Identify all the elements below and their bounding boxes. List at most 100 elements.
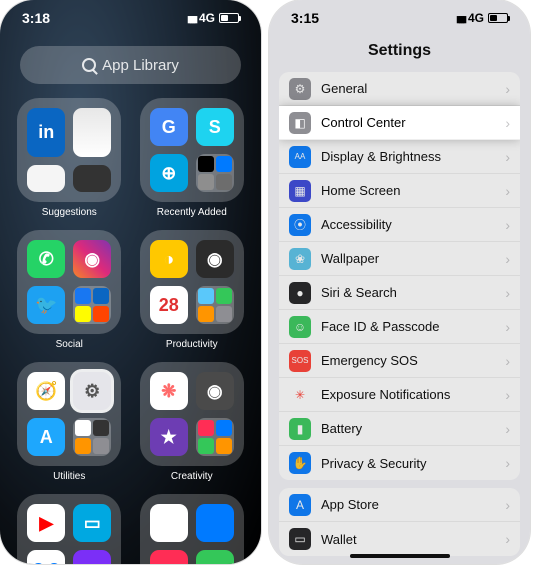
home-indicator[interactable] [350, 554, 450, 558]
settings-row-wallet[interactable]: ▭ Wallet› [279, 522, 520, 556]
chevron-right-icon: › [505, 217, 510, 233]
app-icon[interactable]: ★ [150, 418, 188, 456]
chevron-right-icon: › [505, 421, 510, 437]
row-icon: ◧ [289, 112, 311, 134]
app-library-search[interactable]: App Library [20, 46, 241, 84]
row-label: Wallet [321, 532, 505, 547]
row-label: Display & Brightness [321, 149, 505, 164]
settings-row-privacy-security[interactable]: ✋Privacy & Security› [279, 446, 520, 480]
row-icon: ▮ [289, 418, 311, 440]
row-icon: ▦ [289, 180, 311, 202]
app-icon[interactable]: S [196, 108, 234, 146]
settings-row-general[interactable]: ⚙︎General› [279, 72, 520, 106]
app-icon[interactable] [73, 165, 111, 193]
page-title: Settings [269, 42, 530, 60]
settings-list: ⚙︎General›◧Control Center›AADisplay & Br… [279, 72, 520, 556]
folder-label: Utilities [53, 471, 85, 482]
row-icon: ▭ [289, 528, 311, 550]
mini-app-group[interactable] [196, 286, 234, 324]
folder-suggestions[interactable]: in Suggestions [16, 98, 123, 218]
folder-productivity[interactable]: ◑◉28Productivity [139, 230, 246, 350]
chevron-right-icon: › [505, 115, 510, 131]
status-bar: 3:18 4G [0, 10, 261, 26]
mini-app-group[interactable] [73, 286, 111, 324]
row-icon: ✋ [289, 452, 311, 474]
folder-label: Social [56, 339, 83, 350]
chevron-right-icon: › [505, 353, 510, 369]
app-icon[interactable]: G [150, 108, 188, 146]
network-label: 4G [468, 11, 484, 25]
app-icon[interactable]: ▭ [73, 504, 111, 542]
chevron-right-icon: › [505, 455, 510, 471]
row-label: Exposure Notifications [321, 387, 505, 402]
app-icon[interactable]: ⊕ [150, 154, 188, 192]
settings-row-control-center[interactable]: ◧Control Center› [279, 106, 520, 140]
settings-row-emergency-sos[interactable]: SOSEmergency SOS› [279, 344, 520, 378]
home-app-library-screen: 3:18 4G App Library in Suggestions GS⊕Rece… [0, 0, 261, 564]
settings-row-home-screen[interactable]: ▦Home Screen› [279, 174, 520, 208]
app-icon[interactable]: in [27, 108, 65, 157]
chevron-right-icon: › [505, 531, 510, 547]
app-icon[interactable]: ✆ [27, 240, 65, 278]
row-icon: AA [289, 146, 311, 168]
app-icon[interactable]: ◉◉ [27, 550, 65, 564]
search-icon [82, 58, 96, 72]
app-icon[interactable]: ◉ [196, 372, 234, 410]
settings-row-face-id-passcode[interactable]: ☺Face ID & Passcode› [279, 310, 520, 344]
app-icon[interactable]: 🐦 [27, 286, 65, 324]
row-label: Emergency SOS [321, 353, 505, 368]
folder-recently-added[interactable]: GS⊕Recently Added [139, 98, 246, 218]
app-icon[interactable]: ⚙︎ [73, 372, 111, 410]
folder-label: Suggestions [42, 207, 97, 218]
row-icon: A [289, 494, 311, 516]
settings-row-exposure-notifications[interactable]: ✳︎Exposure Notifications› [279, 378, 520, 412]
row-icon: ⚙︎ [289, 78, 311, 100]
status-time: 3:15 [291, 10, 319, 26]
mini-app-group[interactable] [196, 154, 234, 192]
status-bar: 3:15 4G [269, 10, 530, 26]
settings-row-siri-search[interactable]: ●Siri & Search› [279, 276, 520, 310]
settings-row-wallpaper[interactable]: ❀Wallpaper› [279, 242, 520, 276]
folder-label: Creativity [171, 471, 213, 482]
status-icons: 4G [456, 11, 508, 25]
row-label: Face ID & Passcode [321, 319, 505, 334]
settings-row-app-store[interactable]: AApp Store› [279, 488, 520, 522]
app-library-grid: inSuggestionsGS⊕Recently Added✆◉🐦Social◑… [16, 98, 245, 564]
settings-group: ⚙︎General›◧Control Center›AADisplay & Br… [279, 72, 520, 480]
app-icon[interactable]: A [27, 418, 65, 456]
app-icon[interactable]: 28 [150, 286, 188, 324]
folder-utilities[interactable]: 🧭⚙︎A Utilities [16, 362, 123, 482]
settings-row-battery[interactable]: ▮Battery› [279, 412, 520, 446]
app-icon[interactable] [196, 550, 234, 564]
mini-app-group[interactable] [196, 418, 234, 456]
chevron-right-icon: › [505, 149, 510, 165]
app-icon[interactable]: ❋ [150, 372, 188, 410]
folder-creativity[interactable]: ❋◉★ Creativity [139, 362, 246, 482]
chevron-right-icon: › [505, 497, 510, 513]
signal-icon [187, 11, 195, 25]
row-icon: ● [289, 282, 311, 304]
app-icon[interactable]: ◑ [150, 240, 188, 278]
app-icon[interactable]: ◉ [196, 240, 234, 278]
app-icon[interactable] [150, 550, 188, 564]
settings-row-accessibility[interactable]: ⦿Accessibility› [279, 208, 520, 242]
app-icon[interactable]: ∞ [73, 550, 111, 564]
app-icon[interactable]: ◉ [73, 240, 111, 278]
chevron-right-icon: › [505, 183, 510, 199]
row-label: General [321, 81, 505, 96]
row-icon: ☺ [289, 316, 311, 338]
settings-row-display-brightness[interactable]: AA Display & Brightness› [279, 140, 520, 174]
app-icon[interactable]: 🧭 [27, 372, 65, 410]
app-icon[interactable]: ▶ [27, 504, 65, 542]
app-icon[interactable] [73, 108, 111, 157]
battery-icon [219, 13, 239, 23]
row-label: Accessibility [321, 217, 505, 232]
mini-app-group[interactable] [73, 418, 111, 456]
app-icon[interactable] [196, 504, 234, 542]
folder-social[interactable]: ✆◉🐦 Social [16, 230, 123, 350]
app-icon[interactable] [150, 504, 188, 542]
app-icon[interactable] [27, 165, 65, 193]
network-label: 4G [199, 11, 215, 25]
row-label: Siri & Search [321, 285, 505, 300]
battery-icon [488, 13, 508, 23]
